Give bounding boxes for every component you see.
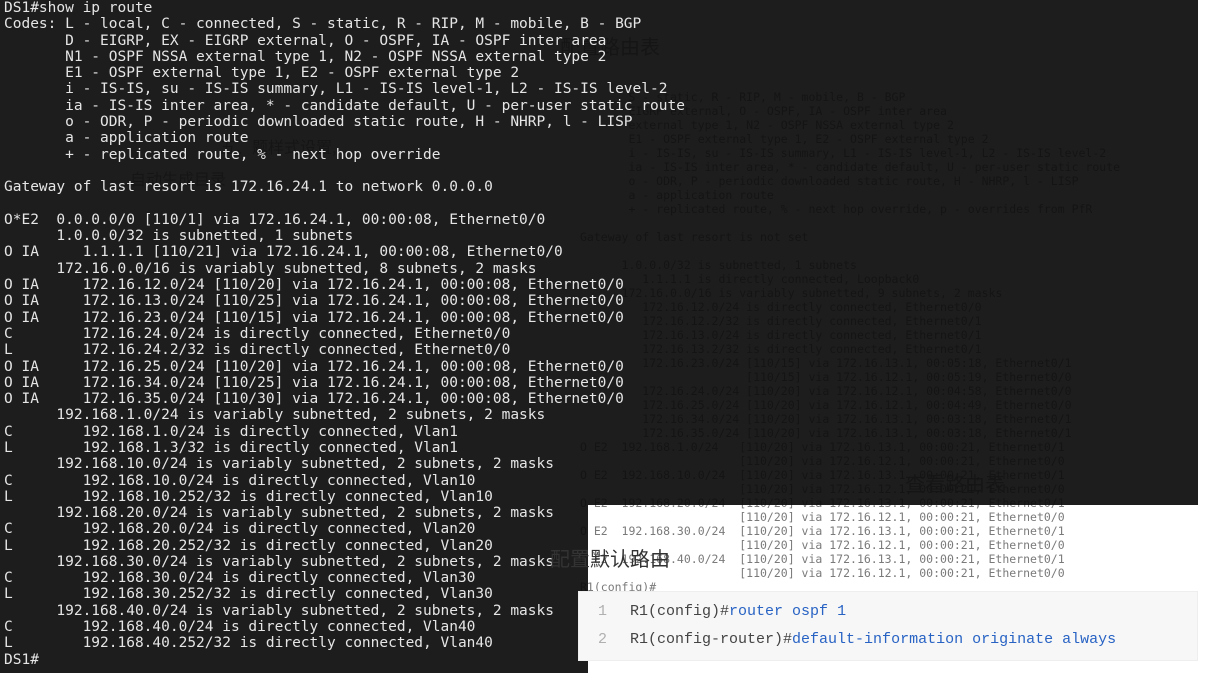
prompt-text: R1(config-router)# [630, 631, 792, 648]
command-text: router ospf 1 [729, 603, 846, 620]
terminal-front-output[interactable]: DS1#show ip route Codes: L - local, C - … [0, 0, 1198, 505]
prompt-text: R1(config)# [630, 603, 729, 620]
terminal-front-output-continued[interactable]: 192.168.20.0/24 is variably subnetted, 2… [0, 505, 588, 673]
code-panel: 1 R1(config)#router ospf 1 2 R1(config-r… [578, 591, 1198, 661]
code-block: 1 R1(config)#router ospf 1 2 R1(config-r… [578, 591, 1198, 661]
command-text: default-information originate always [792, 631, 1116, 648]
line-number: 2 [589, 626, 607, 654]
line-number: 1 [589, 598, 607, 626]
code-line-1: 1 R1(config)#router ospf 1 [589, 598, 1187, 626]
code-line-2: 2 R1(config-router)#default-information … [589, 626, 1187, 654]
